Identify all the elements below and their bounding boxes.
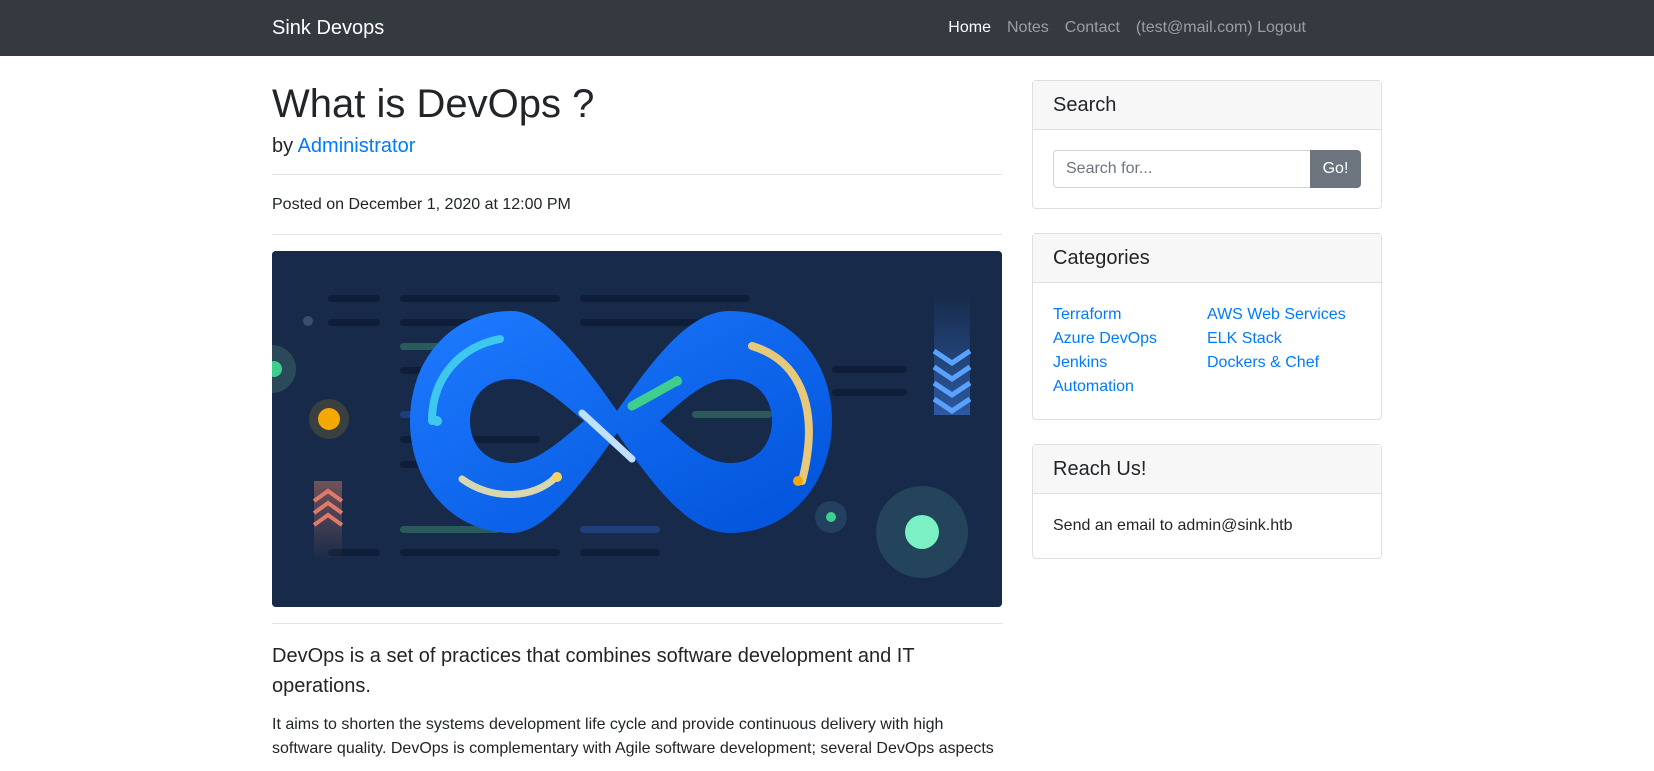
category-link-elk-stack[interactable]: ELK Stack (1207, 330, 1282, 347)
search-group: Go! (1053, 150, 1361, 188)
top-navbar: Sink Devops Home Notes Contact (test@mai… (0, 0, 1654, 56)
category-link-aws[interactable]: AWS Web Services (1207, 306, 1346, 323)
brand-link[interactable]: Sink Devops (272, 17, 384, 40)
author-link[interactable]: Administrator (298, 135, 416, 157)
category-link-jenkins[interactable]: Jenkins (1053, 354, 1107, 371)
search-card-title: Search (1033, 81, 1381, 130)
divider (272, 174, 1002, 175)
category-link-terraform[interactable]: Terraform (1053, 306, 1121, 323)
post-hero-image (272, 251, 1002, 607)
reach-us-title: Reach Us! (1033, 445, 1381, 494)
categories-card-title: Categories (1033, 234, 1381, 283)
nav-contact[interactable]: Contact (1065, 19, 1120, 37)
search-input[interactable] (1053, 150, 1310, 188)
reach-us-text: Send an email to admin@sink.htb (1053, 517, 1293, 534)
post-lead: DevOps is a set of practices that combin… (272, 645, 915, 697)
divider (272, 234, 1002, 235)
post-title: What is DevOps ? (272, 82, 595, 126)
category-link-azure-devops[interactable]: Azure DevOps (1053, 330, 1157, 347)
search-card: Search Go! (1032, 80, 1382, 209)
divider (272, 623, 1002, 624)
category-list: Terraform Azure DevOps Jenkins Automatio… (1053, 303, 1361, 399)
nav-links: Home Notes Contact (test@mail.com) Logou… (948, 19, 1306, 37)
post-content: What is DevOps ? by Administrator Posted… (272, 80, 1002, 761)
post-body: It aims to shorten the systems developme… (272, 716, 994, 757)
category-link-dockers-chef[interactable]: Dockers & Chef (1207, 354, 1319, 371)
category-link-automation[interactable]: Automation (1053, 378, 1134, 395)
search-go-button[interactable]: Go! (1310, 150, 1361, 188)
devops-infinity-illustration (272, 251, 1002, 607)
sidebar: Search Go! Categories Terraform Azure De… (1032, 80, 1382, 583)
byline-prefix: by (272, 135, 294, 157)
post-byline: by Administrator (272, 132, 1002, 160)
post-date: Posted on December 1, 2020 at 12:00 PM (272, 196, 571, 213)
categories-card: Categories Terraform Azure DevOps Jenkin… (1032, 233, 1382, 420)
nav-logout[interactable]: (test@mail.com) Logout (1136, 19, 1306, 37)
reach-us-card: Reach Us! Send an email to admin@sink.ht… (1032, 444, 1382, 559)
nav-notes[interactable]: Notes (1007, 19, 1049, 37)
nav-home[interactable]: Home (948, 19, 991, 37)
